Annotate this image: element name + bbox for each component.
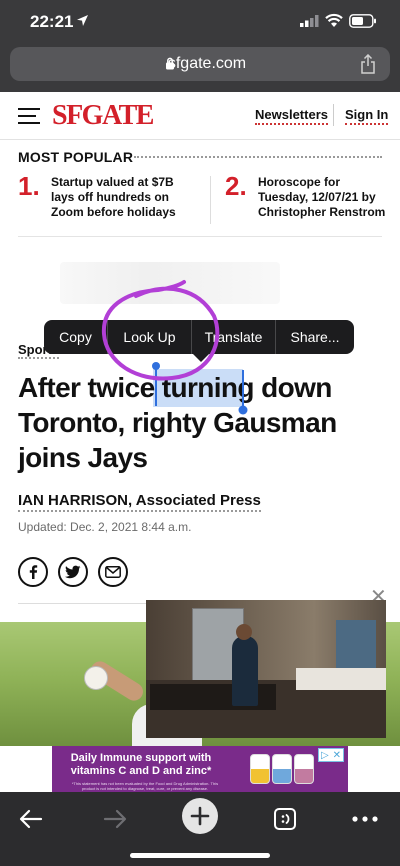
ad-headline: Daily Immune support with vitamins C and… <box>70 752 212 777</box>
status-time: 22:21 <box>30 12 74 31</box>
floating-video-player[interactable] <box>146 600 386 738</box>
back-button[interactable] <box>14 802 48 836</box>
more-dots-icon <box>352 816 378 822</box>
home-indicator <box>130 853 270 858</box>
updated-timestamp: Updated: Dec. 2, 2021 8:44 a.m. <box>18 520 192 534</box>
product-bottle-1 <box>250 754 270 784</box>
email-icon <box>105 566 121 578</box>
site-logo[interactable]: SFGATE <box>52 100 154 132</box>
newsletters-link[interactable]: Newsletters <box>255 107 328 125</box>
most-popular-divider <box>210 176 211 224</box>
nav-divider <box>333 104 334 126</box>
wifi-icon <box>325 13 343 27</box>
forward-arrow-icon <box>103 809 127 829</box>
share-menu-item[interactable]: Share... <box>276 320 354 354</box>
address-bar[interactable]: sfgate.com <box>10 47 390 81</box>
author-byline[interactable]: IAN HARRISON, Associated Press <box>18 492 261 512</box>
site-header: SFGATE Newsletters Sign In <box>0 92 400 140</box>
facebook-share-button[interactable] <box>18 557 48 587</box>
forward-button[interactable] <box>98 802 132 836</box>
most-popular-number-2: 2. <box>225 171 247 201</box>
location-arrow-icon <box>77 15 88 26</box>
most-popular-title: MOST POPULAR <box>18 149 134 165</box>
twitter-share-button[interactable] <box>58 557 88 587</box>
ad-choices-icon[interactable]: ▷ ✕ <box>318 748 344 762</box>
cellular-signal-icon <box>300 15 319 27</box>
product-bottle-2 <box>272 754 292 784</box>
most-popular-story-1[interactable]: Startup valued at $7B lays off hundreds … <box>51 175 199 220</box>
most-popular-story-2[interactable]: Horoscope for Tuesday, 12/07/21 by Chris… <box>258 175 388 220</box>
plus-icon <box>190 806 210 826</box>
facebook-icon <box>29 565 38 579</box>
tab-switcher-button[interactable] <box>268 802 302 836</box>
most-popular-number-1: 1. <box>18 171 40 201</box>
advertisement-banner[interactable]: Daily Immune support with vitamins C and… <box>52 746 348 792</box>
product-bottle-3 <box>294 754 314 784</box>
browser-top-chrome: 22:21 sfgate.com <box>0 0 400 92</box>
hamburger-menu-icon[interactable] <box>18 108 40 124</box>
email-share-button[interactable] <box>98 557 128 587</box>
ad-container: Daily Immune support with vitamins C and… <box>0 746 400 792</box>
share-icon[interactable] <box>360 54 376 74</box>
url-text: sfgate.com <box>167 55 247 72</box>
hand-drawn-circle-annotation <box>101 280 220 381</box>
baseball <box>84 666 108 690</box>
most-popular-bottom-rule <box>18 236 382 237</box>
more-menu-button[interactable] <box>348 802 382 836</box>
battery-icon <box>349 14 376 28</box>
sign-in-link[interactable]: Sign In <box>345 107 389 125</box>
ad-fine-print: *This statement has not been evaluated b… <box>71 781 219 791</box>
tab-switcher-icon <box>274 808 296 830</box>
most-popular-rule <box>134 156 382 158</box>
twitter-icon <box>65 565 81 579</box>
selection-end-handle[interactable] <box>238 370 248 416</box>
back-arrow-icon <box>19 809 43 829</box>
new-tab-button[interactable] <box>182 798 218 834</box>
